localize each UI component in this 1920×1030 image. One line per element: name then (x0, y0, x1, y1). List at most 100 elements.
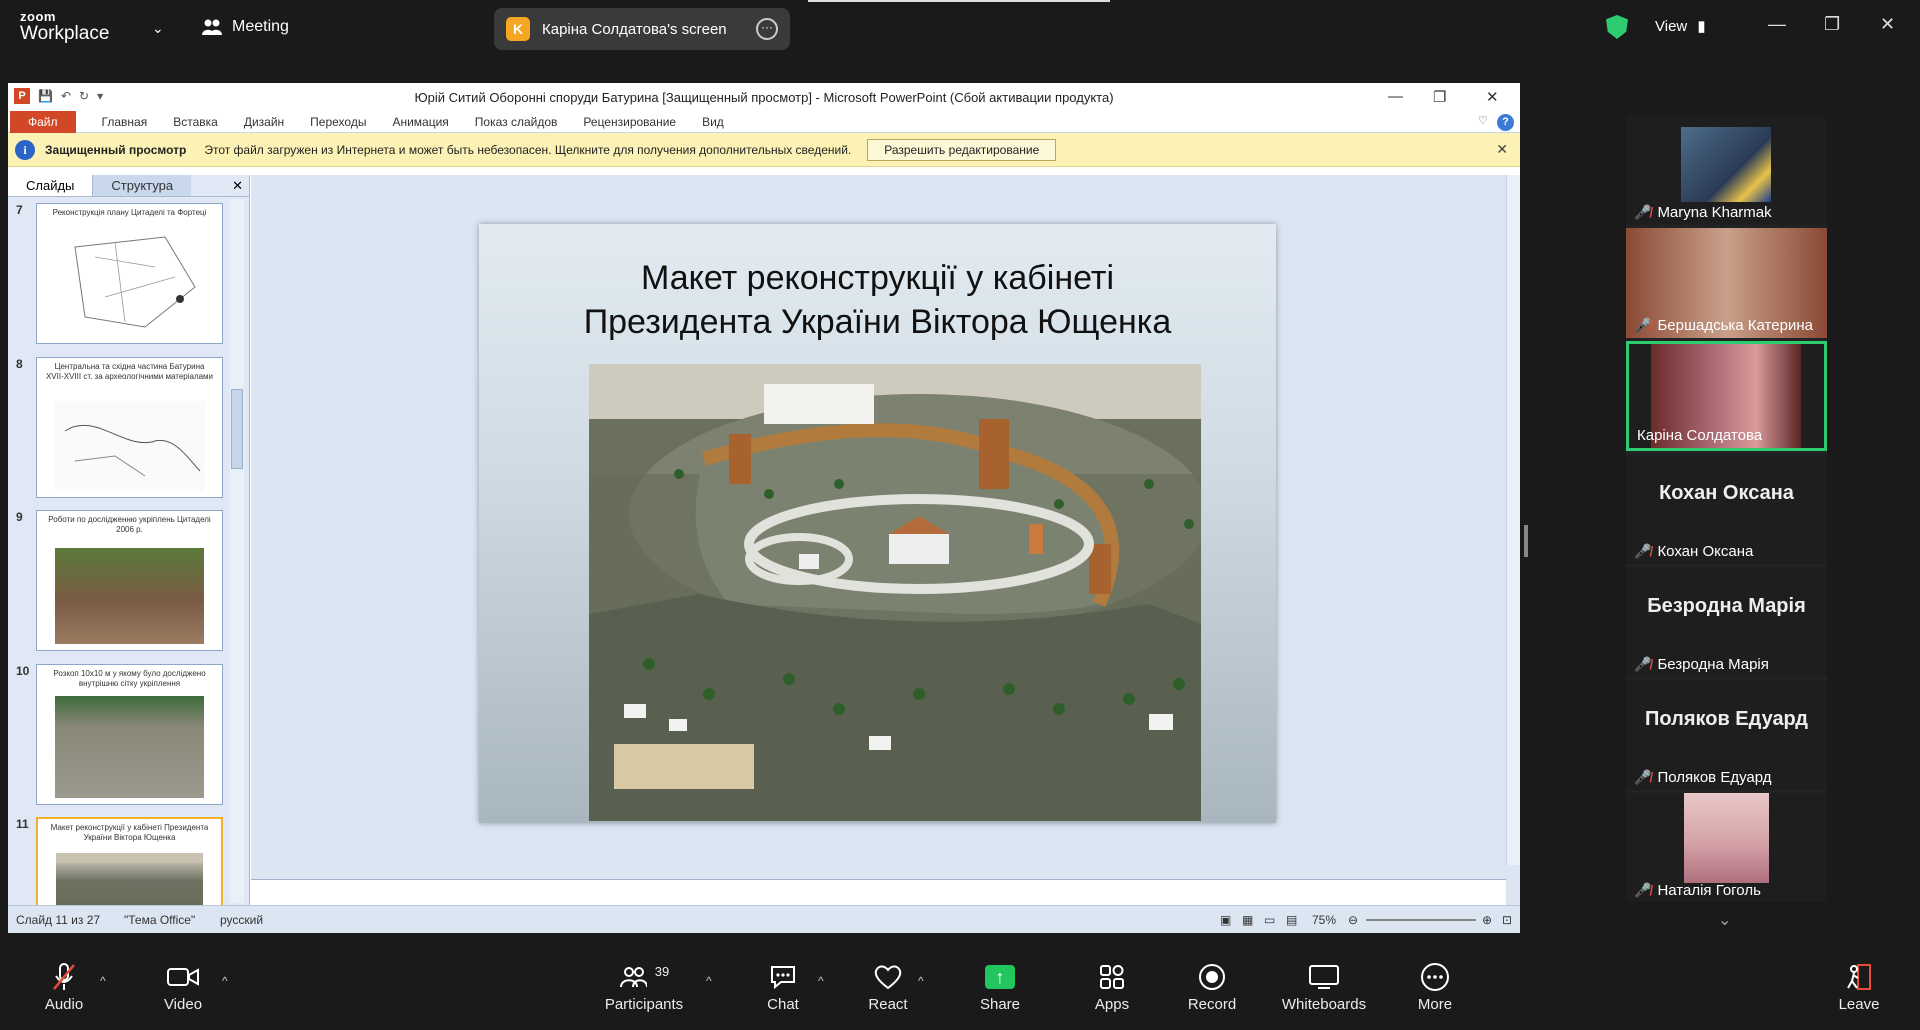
participant-tile[interactable]: Поляков Едуард 🎤̸ Поляков Едуард (1626, 680, 1827, 790)
protected-view-message[interactable]: Этот файл загружен из Интернета и может … (204, 143, 851, 157)
tab-file[interactable]: Файл (10, 110, 76, 133)
tab-review[interactable]: Рецензирование (583, 115, 676, 129)
tab-design[interactable]: Дизайн (244, 115, 284, 129)
normal-view-icon[interactable]: ▣ (1220, 913, 1231, 927)
participant-video (1684, 793, 1769, 883)
tab-transitions[interactable]: Переходы (310, 115, 366, 129)
scrollbar-thumb[interactable] (231, 389, 243, 469)
chevron-down-icon[interactable]: ⌄ (152, 20, 164, 37)
zoom-slider[interactable] (1366, 919, 1476, 921)
fortress-model-photo[interactable] (589, 364, 1201, 821)
slide-thumbnail[interactable]: Розкоп 10х10 м у якому було досліджено в… (36, 664, 223, 805)
audio-options-caret-icon[interactable]: ^ (100, 974, 106, 988)
zoom-workplace-logo[interactable]: zoom Workplace (20, 10, 109, 43)
zoom-out-icon[interactable]: ⊖ (1348, 913, 1358, 927)
zoom-level[interactable]: 75% (1312, 913, 1336, 927)
slide-thumbnail[interactable]: Реконструкція плану Цитаделі та Фортеці (36, 203, 223, 344)
editor-scrollbar[interactable] (1506, 175, 1520, 865)
apps-button[interactable]: Apps (1088, 952, 1136, 1030)
react-options-caret-icon[interactable]: ^ (918, 974, 924, 988)
ppt-window-title: Юрій Ситий Оборонні споруди Батурина [За… (414, 90, 1114, 105)
ppt-minimize-icon[interactable]: — (1388, 88, 1403, 105)
slide-sorter-icon[interactable]: ▦ (1242, 913, 1253, 927)
participant-tile[interactable]: Кохан Оксана 🎤̸ Кохан Оксана (1626, 454, 1827, 564)
audio-button[interactable]: Audio (36, 952, 92, 1030)
restore-icon[interactable]: ❐ (1824, 14, 1840, 35)
tab-outline[interactable]: Структура (93, 175, 192, 196)
minimize-icon[interactable]: — (1768, 14, 1786, 35)
mic-muted-icon (53, 963, 75, 990)
participants-count: 39 (654, 963, 670, 979)
minimize-ribbon-icon[interactable]: ♡ (1478, 114, 1488, 127)
tab-slides[interactable]: Слайды (8, 175, 94, 196)
participant-tile-active-speaker[interactable]: Карiна Солдатова (1626, 341, 1827, 451)
thumbnail-list: 7 Реконструкція плану Цитаделі та Фортец… (8, 197, 244, 905)
ppt-status-bar: Слайд 11 из 27 "Тема Office" русский ▣ ▦… (8, 905, 1520, 933)
participants-button[interactable]: 39 Participants (600, 952, 688, 1030)
tab-view[interactable]: Вид (702, 115, 724, 129)
close-icon[interactable]: ✕ (1880, 14, 1895, 35)
meeting-menu[interactable]: Meeting (202, 18, 289, 36)
video-button[interactable]: Video (155, 952, 211, 1030)
current-slide[interactable]: Макет реконструкції у кабінеті Президент… (479, 224, 1276, 823)
participant-tile[interactable]: 🎤̸ Наталія Гоголь (1626, 793, 1827, 902)
splitter-handle[interactable] (1524, 525, 1528, 557)
help-icon[interactable]: ? (1497, 114, 1514, 131)
apps-label: Apps (1094, 996, 1130, 1013)
slide-thumbnail[interactable]: Роботи по дослідженню укріплень Цитаделі… (36, 510, 223, 651)
record-button[interactable]: Record (1184, 952, 1240, 1030)
theme-name[interactable]: "Тема Office" (124, 913, 195, 927)
security-shield-icon[interactable] (1606, 15, 1628, 39)
participant-name: Карiна Солдатова (1637, 427, 1763, 444)
whiteboard-icon (1309, 965, 1339, 989)
slide-number: 9 (16, 510, 23, 524)
record-icon (1199, 964, 1225, 990)
participants-options-caret-icon[interactable]: ^ (706, 974, 712, 988)
ribbon-tabs: Файл Главная Вставка Дизайн Переходы Ани… (8, 110, 1520, 133)
participant-tile[interactable]: 🎤̸ Бершадська Катерина (1626, 228, 1827, 338)
share-button[interactable]: ↑ Share (975, 952, 1025, 1030)
participant-tile[interactable]: 🎤̸ Maryna Kharmak (1626, 115, 1827, 225)
slide-thumbnail[interactable]: Центральна та східна частина Батурина XV… (36, 357, 223, 498)
slide-thumbnail-selected[interactable]: Макет реконструкції у кабінеті Президент… (36, 817, 223, 905)
tab-insert[interactable]: Вставка (173, 115, 218, 129)
tab-home[interactable]: Главная (102, 115, 148, 129)
slide-counter: Слайд 11 из 27 (16, 913, 101, 927)
screen-share-indicator[interactable]: K Карiна Солдатова's screen ··· (494, 8, 790, 50)
participant-tile[interactable]: Безродна Марія 🎤̸ Безродна Марія (1626, 567, 1827, 677)
gallery-scroll-down-icon[interactable]: ⌄ (1718, 910, 1731, 930)
tab-animation[interactable]: Анимация (392, 115, 448, 129)
panel-scrollbar[interactable] (230, 199, 244, 903)
slideshow-icon[interactable]: ▤ (1286, 913, 1297, 927)
enable-editing-button[interactable]: Разрешить редактирование (867, 138, 1057, 161)
view-button[interactable]: View ▮ (1655, 17, 1706, 35)
slide-number: 10 (16, 664, 30, 678)
participants-icon (619, 967, 647, 988)
whiteboards-button[interactable]: Whiteboards (1278, 952, 1370, 1030)
leave-door-icon (1847, 964, 1871, 990)
more-options-icon[interactable]: ··· (756, 18, 778, 40)
thumbnail-title: Роботи по дослідженню укріплень Цитаделі… (48, 515, 211, 534)
ppt-close-icon[interactable]: ✕ (1486, 88, 1499, 106)
more-label: More (1417, 996, 1453, 1013)
react-button[interactable]: React (862, 952, 914, 1030)
close-panel-icon[interactable]: ✕ (232, 178, 243, 194)
notes-pane[interactable] (251, 879, 1506, 905)
language-indicator[interactable]: русский (220, 913, 263, 927)
chat-options-caret-icon[interactable]: ^ (818, 974, 824, 988)
close-message-icon[interactable]: ✕ (1496, 141, 1508, 158)
fit-window-icon[interactable]: ⊡ (1502, 913, 1512, 927)
tab-slideshow[interactable]: Показ слайдов (475, 115, 558, 129)
slide-title[interactable]: Макет реконструкції у кабінеті Президент… (479, 256, 1276, 344)
participant-name: 🎤̸ Наталія Гоголь (1634, 882, 1761, 899)
zoom-in-icon[interactable]: ⊕ (1482, 913, 1492, 927)
audio-label: Audio (44, 996, 84, 1013)
leave-button[interactable]: Leave (1836, 952, 1882, 1030)
leave-label: Leave (1838, 996, 1880, 1013)
more-button[interactable]: More (1410, 952, 1460, 1030)
video-options-caret-icon[interactable]: ^ (222, 974, 228, 988)
view-label: View (1655, 18, 1688, 35)
chat-button[interactable]: Chat (758, 952, 808, 1030)
reading-view-icon[interactable]: ▭ (1264, 913, 1275, 927)
ppt-restore-icon[interactable]: ❐ (1433, 88, 1446, 106)
